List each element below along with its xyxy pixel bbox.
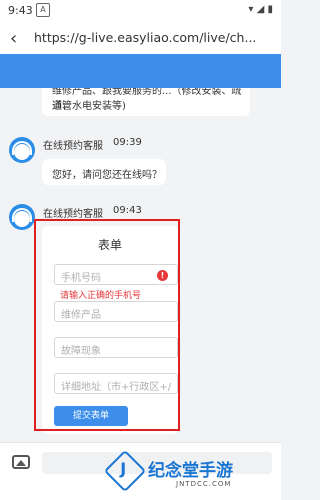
- status-bar: 9:43 A ▾ ◢ ▮: [0, 0, 281, 22]
- watermark-subtext: JNTDCC.COM: [176, 480, 232, 488]
- back-arrow-icon[interactable]: ‹: [10, 28, 17, 49]
- product-field[interactable]: 维修产品: [54, 301, 178, 322]
- watermark: J 纪念堂手游 JNTDCC.COM: [103, 449, 281, 500]
- form-card: 表单: [42, 226, 178, 434]
- phone-error-text: 请输入正确的手机号: [60, 291, 142, 301]
- sender-name: 在线预约客服: [43, 209, 103, 220]
- address-placeholder: 详细地址（市+行政区+/: [61, 382, 172, 393]
- image-upload-icon[interactable]: [12, 455, 30, 469]
- error-icon: !: [157, 270, 168, 281]
- headset-icon: [12, 141, 32, 155]
- phone-placeholder: 手机号码: [61, 273, 101, 284]
- url-text[interactable]: https://g-live.easyliao.com/live/ch...: [34, 30, 256, 45]
- watermark-logo-icon: J: [103, 449, 147, 493]
- product-placeholder: 维修产品: [61, 310, 101, 321]
- submit-form-button[interactable]: 提交表单: [54, 406, 128, 426]
- status-icons: ▾ ◢ ▮: [248, 4, 273, 15]
- message-bubble-partial: 维修产品、跟我要服务的...（修改安装、疏通管 道、水电安装等): [42, 88, 250, 116]
- message-time: 09:43: [113, 205, 142, 216]
- fault-field[interactable]: 故障现象: [54, 337, 178, 358]
- form-title: 表单: [97, 238, 122, 252]
- fault-placeholder: 故障现象: [61, 346, 101, 357]
- message-time: 09:39: [113, 137, 142, 148]
- notification-icon: A: [36, 3, 50, 17]
- agent-avatar: [9, 137, 35, 163]
- status-time: 9:43: [8, 4, 33, 17]
- headset-icon: [12, 208, 32, 222]
- sender-name: 在线预约客服: [43, 141, 103, 152]
- address-field[interactable]: 详细地址（市+行政区+/: [54, 373, 178, 394]
- chat-header-bar: [0, 54, 281, 88]
- message-text: 您好，请问您还在线吗？: [52, 170, 162, 181]
- agent-avatar: [9, 204, 35, 230]
- message-bubble: 您好，请问您还在线吗？: [42, 159, 166, 185]
- browser-toolbar: ‹ https://g-live.easyliao.com/live/ch...: [0, 22, 281, 54]
- watermark-text: 纪念堂手游: [148, 461, 233, 481]
- message-text: 道、水电安装等): [52, 101, 126, 112]
